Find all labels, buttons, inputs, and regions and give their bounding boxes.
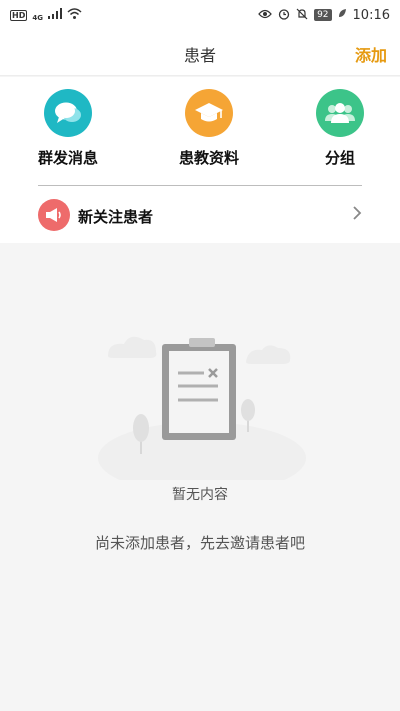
- hd-badge: HD: [10, 9, 28, 21]
- nav-bar: 患者 添加: [0, 30, 400, 76]
- new-followers-row[interactable]: 新关注患者: [0, 199, 400, 233]
- battery-level: 92: [314, 9, 332, 21]
- chevron-right-icon: [352, 205, 362, 225]
- new-followers-label: 新关注患者: [78, 208, 154, 226]
- megaphone-icon: [38, 199, 70, 231]
- signal-icon: [47, 8, 62, 22]
- quick-action-education[interactable]: 患教资料: [159, 89, 259, 168]
- quick-action-label: 患教资料: [178, 149, 239, 167]
- add-button[interactable]: 添加: [355, 42, 387, 66]
- graduation-cap-icon: [185, 89, 233, 137]
- group-users-icon: [316, 89, 364, 137]
- leaf-icon: [338, 8, 347, 22]
- empty-state-illustration: [96, 320, 306, 494]
- page-title: 患者: [183, 46, 216, 65]
- eye-icon: [258, 8, 272, 22]
- mute-bell-icon: [296, 8, 308, 23]
- empty-state-description: 尚未添加患者，先去邀请患者吧: [94, 534, 305, 552]
- quick-action-group-message[interactable]: 群发消息: [18, 89, 118, 168]
- alarm-icon: [278, 8, 290, 23]
- status-right: 92 10:16: [258, 8, 390, 23]
- quick-action-group[interactable]: 分组: [290, 89, 390, 168]
- status-bar: HD 4G 92 10:16: [0, 0, 400, 30]
- quick-action-label: 分组: [324, 149, 355, 167]
- divider: [38, 185, 362, 186]
- chat-bubbles-icon: [44, 89, 92, 137]
- quick-actions-panel: 群发消息 患教资料 分组 新关注患者: [0, 77, 400, 243]
- empty-state-title: 暂无内容: [172, 487, 228, 503]
- wifi-icon: [67, 8, 82, 22]
- network-type: 4G: [32, 14, 43, 22]
- status-left: HD 4G: [10, 8, 82, 22]
- quick-action-label: 群发消息: [37, 149, 98, 167]
- clock: 10:16: [352, 7, 390, 23]
